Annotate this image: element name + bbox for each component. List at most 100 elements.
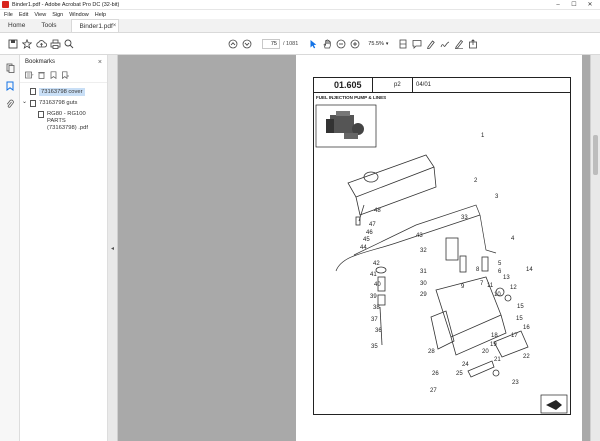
svg-text:23: 23 [512, 380, 519, 386]
menu-edit[interactable]: Edit [19, 12, 28, 18]
svg-text:29: 29 [420, 292, 427, 298]
svg-text:19: 19 [490, 342, 497, 348]
svg-text:37: 37 [371, 317, 378, 323]
hand-tool-icon[interactable] [320, 37, 334, 51]
previous-page-icon[interactable] [226, 37, 240, 51]
svg-text:13: 13 [503, 275, 510, 281]
new-bookmark-icon[interactable] [48, 70, 58, 81]
page-total: / 1081 [283, 40, 299, 47]
bookmark-cover[interactable]: 73163798 cover [30, 86, 107, 98]
collapse-panel-handle[interactable]: ◂ [108, 55, 118, 441]
bookmark-guts[interactable]: ⌄ 73163798 guts [22, 98, 107, 109]
page-thumbnails-icon[interactable] [0, 59, 20, 77]
scroll-thumb[interactable] [593, 135, 598, 175]
tab-document[interactable]: Binder1.pdf × [70, 19, 119, 33]
menu-file[interactable]: File [4, 12, 13, 18]
svg-text:1: 1 [481, 133, 485, 139]
main-toolbar: 75 / 1081 75.5% ▾ [0, 33, 600, 55]
svg-text:22: 22 [523, 354, 530, 360]
delete-bookmark-icon[interactable] [36, 71, 46, 81]
svg-text:18: 18 [491, 333, 498, 339]
chevron-left-icon: ◂ [110, 245, 114, 252]
next-page-icon[interactable] [240, 37, 254, 51]
bookmark-icon [38, 111, 44, 118]
title-bar: Binder1.pdf - Adobe Acrobat Pro DC (32-b… [0, 0, 600, 10]
upload-cloud-icon[interactable] [34, 37, 48, 51]
svg-text:11: 11 [487, 283, 494, 289]
bookmark-icon [30, 88, 36, 95]
svg-text:39: 39 [370, 294, 377, 300]
svg-text:46: 46 [366, 230, 373, 236]
svg-text:44: 44 [360, 245, 367, 251]
minimize-button[interactable]: – [550, 0, 566, 10]
bookmarks-close-icon[interactable]: × [98, 59, 102, 66]
bookmarks-toolbar [20, 69, 107, 83]
bookmark-cover-label: 73163798 cover [39, 88, 85, 96]
svg-text:16: 16 [523, 325, 530, 331]
maximize-button[interactable]: ☐ [566, 0, 582, 10]
svg-text:45: 45 [363, 237, 370, 243]
engine-thumbnail [315, 104, 377, 148]
svg-text:17: 17 [511, 333, 518, 339]
highlight-pen-icon[interactable] [424, 37, 438, 51]
menu-help[interactable]: Help [95, 12, 106, 18]
scrolling-mode-icon[interactable] [396, 37, 410, 51]
tab-document-label: Binder1.pdf [79, 22, 113, 30]
close-window-button[interactable]: ✕ [582, 0, 598, 10]
menu-sign[interactable]: Sign [52, 12, 63, 18]
svg-text:42: 42 [373, 261, 380, 267]
attachments-icon[interactable] [0, 95, 20, 113]
document-viewport[interactable]: 01.605 p2 04/01 FUEL INJECTION PUMP & LI… [118, 55, 600, 441]
tab-close-icon[interactable]: × [113, 20, 117, 33]
bookmarks-header: Bookmarks × [20, 55, 107, 69]
zoom-out-icon[interactable] [334, 37, 348, 51]
navigation-rail [0, 55, 20, 441]
svg-text:33: 33 [461, 215, 468, 221]
bookmark-parts[interactable]: RG80 - RG100 PARTS (73163798) .pdf [38, 109, 107, 134]
search-icon[interactable] [62, 37, 76, 51]
svg-text:47: 47 [369, 222, 376, 228]
page-number-field[interactable]: 75 [262, 38, 280, 49]
zoom-level-dropdown[interactable]: 75.5% ▾ [366, 39, 390, 49]
svg-text:28: 28 [428, 349, 435, 355]
bookmarks-panel-icon[interactable] [0, 77, 20, 95]
menu-window[interactable]: Window [69, 12, 89, 18]
acrobat-app-icon [2, 1, 9, 8]
bookmark-options-icon[interactable] [24, 71, 34, 81]
select-cursor-icon[interactable] [306, 37, 320, 51]
tab-home[interactable]: Home [0, 19, 33, 32]
print-icon[interactable] [48, 37, 62, 51]
zoom-in-icon[interactable] [348, 37, 362, 51]
menu-bar: File Edit View Sign Window Help [0, 10, 600, 19]
share-icon[interactable] [466, 37, 480, 51]
tab-tools[interactable]: Tools [33, 19, 64, 32]
svg-text:8: 8 [476, 267, 480, 273]
svg-text:5: 5 [498, 261, 502, 267]
bookmark-guts-label: 73163798 guts [39, 100, 78, 106]
svg-text:9: 9 [461, 284, 465, 290]
fill-sign-icon[interactable] [452, 37, 466, 51]
draw-sign-icon[interactable] [438, 37, 452, 51]
return-arrow-logo [540, 394, 568, 414]
chevron-down-icon[interactable]: ⌄ [22, 99, 30, 105]
svg-text:38: 38 [373, 305, 380, 311]
bookmarks-panel: Bookmarks × 73163798 cover ⌄ 73163798 gu… [20, 55, 108, 441]
zoom-level-value: 75.5% [368, 40, 384, 47]
expand-bookmark-icon[interactable] [60, 70, 70, 81]
comment-icon[interactable] [410, 37, 424, 51]
save-icon[interactable] [6, 37, 20, 51]
svg-text:21: 21 [494, 357, 501, 363]
fuel-rail-assembly [347, 154, 437, 226]
svg-text:26: 26 [432, 371, 439, 377]
svg-text:20: 20 [482, 349, 489, 355]
tab-bar: Home Tools Binder1.pdf × [0, 19, 600, 33]
svg-text:6: 6 [498, 269, 502, 275]
bookmark-star-icon[interactable] [20, 37, 34, 51]
menu-view[interactable]: View [34, 12, 46, 18]
vertical-scrollbar[interactable] [590, 55, 600, 441]
svg-text:40: 40 [374, 282, 381, 288]
bookmark-parts-label: RG80 - RG100 PARTS (73163798) .pdf [47, 111, 88, 131]
svg-text:15: 15 [516, 316, 523, 322]
svg-text:31: 31 [420, 269, 427, 275]
chevron-down-icon: ▾ [385, 40, 389, 47]
